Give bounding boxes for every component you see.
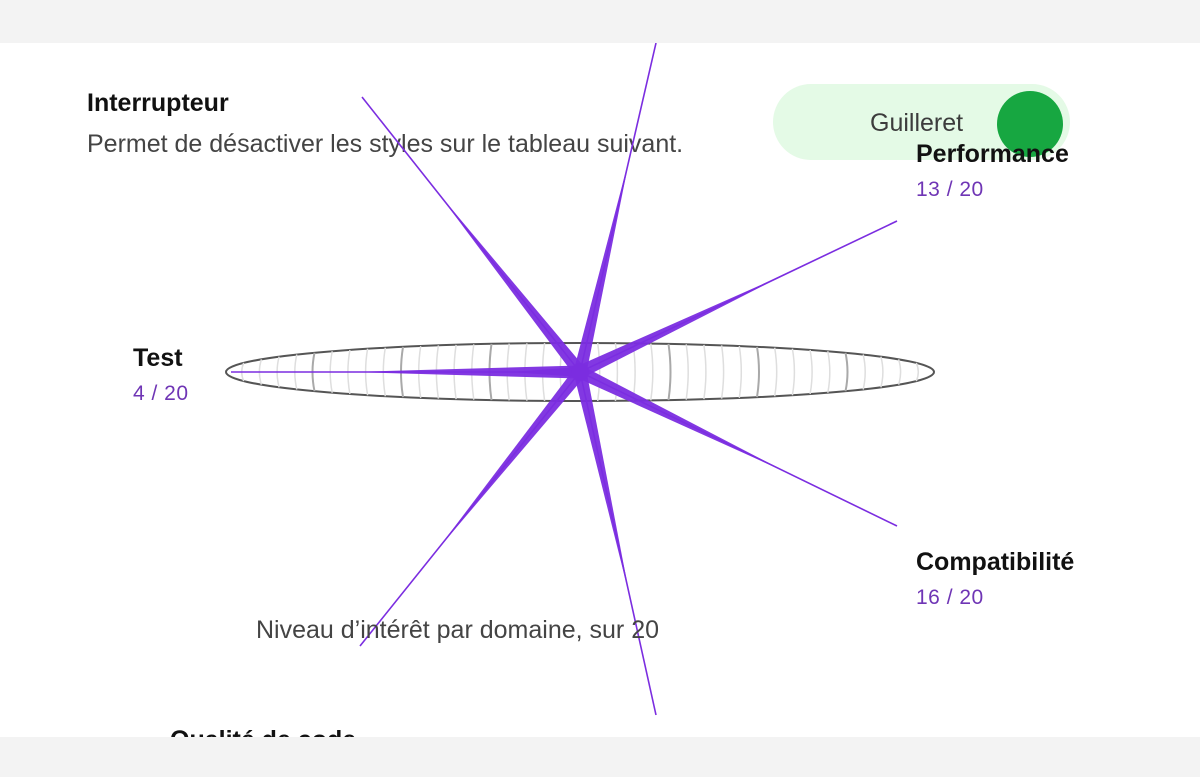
radar-ring [435, 345, 440, 399]
page-content: Interrupteur Permet de désactiver les st… [0, 43, 1200, 737]
radar-ring [329, 351, 333, 393]
radar-outer-ring [225, 342, 935, 402]
radar-spoke [359, 371, 581, 647]
axis-performance: Performance 13 / 20 [916, 139, 1069, 205]
radar-ring [880, 356, 884, 388]
radar-ring [382, 347, 387, 397]
radar-ring [614, 343, 619, 401]
radar-spoke-core [349, 365, 580, 379]
radar-ring [240, 362, 245, 382]
radar-ring [524, 343, 528, 401]
radar-ring [632, 343, 636, 401]
axis-qualite-de-code: Qualité de code [170, 725, 356, 737]
switch-description: Permet de désactiver les styles sur le t… [87, 130, 684, 158]
radar-spoke-core [573, 370, 631, 599]
toggle-label: Guilleret [870, 109, 964, 137]
bottom-bar [0, 737, 1200, 777]
radar-ring [347, 349, 351, 395]
radar-center [571, 363, 589, 381]
radar-ring [400, 346, 404, 398]
axis-compatibilite: Compatibilité 16 / 20 [916, 547, 1074, 613]
radar-ring [258, 359, 263, 385]
radar-ring [773, 347, 778, 397]
switch-title: Interrupteur [87, 89, 229, 117]
radar-ring [506, 343, 510, 401]
axis-test: Test 4 / 20 [133, 343, 189, 409]
radar-ring [809, 349, 813, 395]
radar-ring [844, 352, 849, 392]
radar-ring [897, 359, 902, 385]
radar-ring [685, 344, 689, 400]
radar-ring [541, 343, 546, 401]
radar-ring [364, 348, 369, 396]
radar-grid [225, 342, 935, 402]
radar-ring [276, 356, 280, 388]
axis-label-qualite-de-code: Qualité de code [170, 725, 356, 737]
radar-ring [417, 345, 422, 399]
axis-label-test: Test [133, 344, 183, 372]
radar-ring [488, 343, 493, 401]
chart-caption: Niveau d’intérêt par domaine, sur 20 [256, 616, 660, 644]
radar-ring [471, 344, 475, 400]
radar-spoke [579, 43, 657, 373]
radar-ring [862, 354, 866, 390]
radar-spoke-core [573, 154, 631, 374]
radar-spoke-core [577, 366, 790, 474]
radar-spoke-core [434, 367, 586, 553]
radar-value-test [510, 367, 580, 377]
radar-spoke [579, 220, 898, 373]
radar-ring [559, 342, 564, 402]
axis-label-performance: Performance [916, 140, 1069, 168]
radar-ring [738, 345, 743, 399]
radar-ring [650, 343, 654, 401]
radar-ring [453, 344, 457, 400]
radar-ring [915, 362, 920, 382]
radar-ring [703, 344, 707, 400]
axis-score-test: 4 / 20 [133, 382, 189, 405]
radar-spoke [579, 371, 898, 527]
radar-spoke [579, 371, 657, 716]
radar-ring [667, 343, 672, 401]
radar-ring [720, 345, 725, 399]
radar-ring [294, 354, 298, 390]
axis-score-compatibilite: 16 / 20 [916, 586, 984, 609]
radar-spoke-core [577, 272, 790, 378]
radar-spoke-core [436, 190, 586, 377]
radar-ring [311, 352, 316, 392]
radar-ring [596, 342, 601, 402]
radar-ring [791, 348, 796, 396]
axis-score-performance: 13 / 20 [916, 178, 984, 201]
radar-ring [756, 346, 760, 398]
axis-label-compatibilite: Compatibilité [916, 548, 1075, 576]
radar-ring [827, 351, 831, 393]
